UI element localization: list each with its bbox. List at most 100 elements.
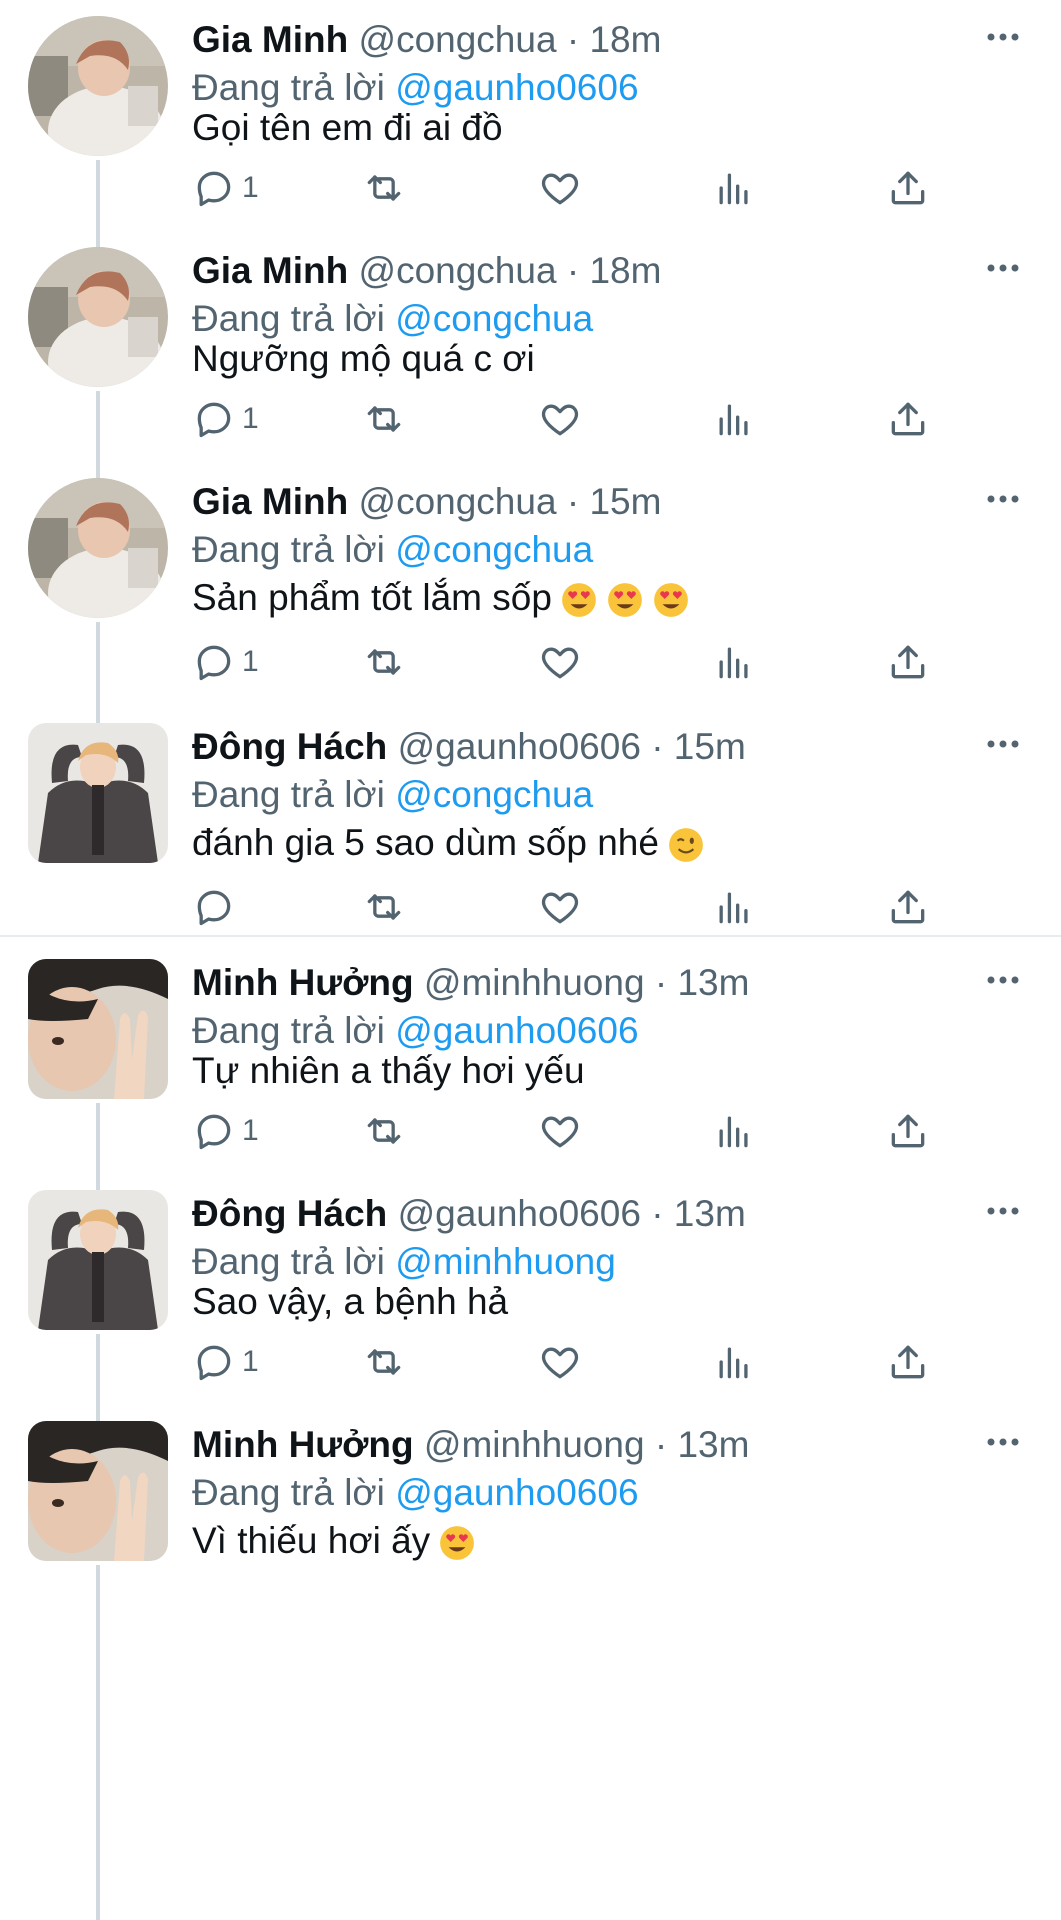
timestamp[interactable]: 13m xyxy=(674,1193,746,1234)
views-button[interactable] xyxy=(712,634,756,690)
display-name[interactable]: Gia Minh xyxy=(192,250,348,291)
more-options-button[interactable] xyxy=(983,22,1023,52)
avatar[interactable] xyxy=(28,16,168,156)
avatar[interactable] xyxy=(28,1421,168,1561)
tweet-actions: 1 xyxy=(0,391,1061,447)
display-name[interactable]: Gia Minh xyxy=(192,19,348,60)
share-button[interactable] xyxy=(886,634,930,690)
reply-button[interactable]: 1 xyxy=(192,160,259,216)
views-bar-chart-icon xyxy=(719,173,748,205)
tweet-header: Gia Minh @congchua · 15m xyxy=(192,480,971,524)
reply-mention-link[interactable]: @gaunho0606 xyxy=(395,1472,638,1513)
tweet[interactable]: Đông Hách @gaunho0606 · 13m Đang trả lời… xyxy=(0,1174,1061,1474)
reply-button[interactable] xyxy=(192,879,242,935)
retweet-button[interactable] xyxy=(362,1103,406,1159)
reply-mention-link[interactable]: @congchua xyxy=(395,298,593,339)
avatar[interactable] xyxy=(28,247,168,387)
display-name[interactable]: Đông Hách xyxy=(192,1193,387,1234)
share-icon xyxy=(891,1114,925,1148)
separator-dot: · xyxy=(566,19,580,60)
user-handle[interactable]: @congchua xyxy=(359,481,557,522)
retweet-button[interactable] xyxy=(362,634,406,690)
timestamp[interactable]: 18m xyxy=(589,19,661,60)
more-options-button[interactable] xyxy=(983,1196,1023,1226)
reply-mention-link[interactable]: @congchua xyxy=(395,774,593,815)
user-handle[interactable]: @gaunho0606 xyxy=(398,726,641,767)
share-button[interactable] xyxy=(886,1103,930,1159)
reply-button[interactable]: 1 xyxy=(192,1103,259,1159)
more-dots-icon xyxy=(987,1438,1019,1446)
like-button[interactable] xyxy=(538,1103,582,1159)
views-button[interactable] xyxy=(712,391,756,447)
tweet-text: Ngưỡng mộ quá c ơi xyxy=(192,335,535,383)
tweet-text: Gọi tên em đi ai đồ xyxy=(192,104,503,152)
views-bar-chart-icon xyxy=(719,1116,748,1148)
views-button[interactable] xyxy=(712,879,756,935)
replying-to-label: Đang trả lời xyxy=(192,1472,385,1513)
avatar[interactable] xyxy=(28,959,168,1099)
user-handle[interactable]: @congchua xyxy=(359,250,557,291)
reply-mention-link[interactable]: @minhhuong xyxy=(395,1241,616,1282)
retweet-button[interactable] xyxy=(362,1334,406,1390)
more-dots-icon xyxy=(987,740,1019,748)
tweet[interactable]: Gia Minh @congchua · 18m Đang trả lời @c… xyxy=(0,231,1061,531)
tweet[interactable]: Đông Hách @gaunho0606 · 15m Đang trả lời… xyxy=(0,707,1061,938)
share-button[interactable] xyxy=(886,391,930,447)
views-bar-chart-icon xyxy=(719,647,748,679)
user-handle[interactable]: @minhhuong xyxy=(424,1424,645,1465)
retweet-icon xyxy=(367,175,401,201)
display-name[interactable]: Đông Hách xyxy=(192,726,387,767)
retweet-button[interactable] xyxy=(362,160,406,216)
like-button[interactable] xyxy=(538,634,582,690)
reply-mention-link[interactable]: @gaunho0606 xyxy=(395,67,638,108)
display-name[interactable]: Gia Minh xyxy=(192,481,348,522)
separator-dot: · xyxy=(651,726,664,767)
like-button[interactable] xyxy=(538,879,582,935)
reply-button[interactable]: 1 xyxy=(192,1334,259,1390)
replying-to-label: Đang trả lời xyxy=(192,67,385,108)
display-name[interactable]: Minh Hưởng xyxy=(192,962,414,1003)
reply-mention-link[interactable]: @gaunho0606 xyxy=(395,1010,638,1051)
more-options-button[interactable] xyxy=(983,965,1023,995)
more-options-button[interactable] xyxy=(983,1427,1023,1457)
tweet-actions: 1 xyxy=(0,1334,1061,1390)
share-icon xyxy=(891,645,925,679)
reply-icon xyxy=(197,402,231,438)
timestamp[interactable]: 13m xyxy=(677,962,749,1003)
more-options-button[interactable] xyxy=(983,253,1023,283)
reply-mention-link[interactable]: @congchua xyxy=(395,529,593,570)
avatar[interactable] xyxy=(28,723,168,863)
views-button[interactable] xyxy=(712,1103,756,1159)
share-button[interactable] xyxy=(886,160,930,216)
timestamp[interactable]: 18m xyxy=(589,250,661,291)
display-name[interactable]: Minh Hưởng xyxy=(192,1424,414,1465)
share-button[interactable] xyxy=(886,879,930,935)
tweet-actions: 1 xyxy=(0,634,1061,690)
reply-button[interactable]: 1 xyxy=(192,634,259,690)
timestamp[interactable]: 15m xyxy=(674,726,746,767)
user-handle[interactable]: @minhhuong xyxy=(424,962,645,1003)
avatar[interactable] xyxy=(28,478,168,618)
like-button[interactable] xyxy=(538,391,582,447)
retweet-button[interactable] xyxy=(362,391,406,447)
views-button[interactable] xyxy=(712,160,756,216)
user-handle[interactable]: @gaunho0606 xyxy=(398,1193,641,1234)
timestamp[interactable]: 13m xyxy=(677,1424,749,1465)
share-button[interactable] xyxy=(886,1334,930,1390)
like-button[interactable] xyxy=(538,160,582,216)
more-options-button[interactable] xyxy=(983,484,1023,514)
tweet[interactable]: Minh Hưởng @minhhuong · 13m Đang trả lời… xyxy=(0,943,1061,1243)
tweet[interactable]: Minh Hưởng @minhhuong · 13m Đang trả lời… xyxy=(0,1405,1061,1920)
tweet[interactable]: Gia Minh @congchua · 18m Đang trả lời @g… xyxy=(0,0,1061,300)
more-options-button[interactable] xyxy=(983,729,1023,759)
tweet-text: Tự nhiên a thấy hơi yếu xyxy=(192,1047,585,1095)
timestamp[interactable]: 15m xyxy=(589,481,661,522)
heart-icon xyxy=(541,173,579,205)
user-handle[interactable]: @congchua xyxy=(359,19,557,60)
retweet-button[interactable] xyxy=(362,879,406,935)
avatar[interactable] xyxy=(28,1190,168,1330)
like-button[interactable] xyxy=(538,1334,582,1390)
reply-button[interactable]: 1 xyxy=(192,391,259,447)
tweet[interactable]: Gia Minh @congchua · 15m Đang trả lời @c… xyxy=(0,462,1061,762)
views-button[interactable] xyxy=(712,1334,756,1390)
